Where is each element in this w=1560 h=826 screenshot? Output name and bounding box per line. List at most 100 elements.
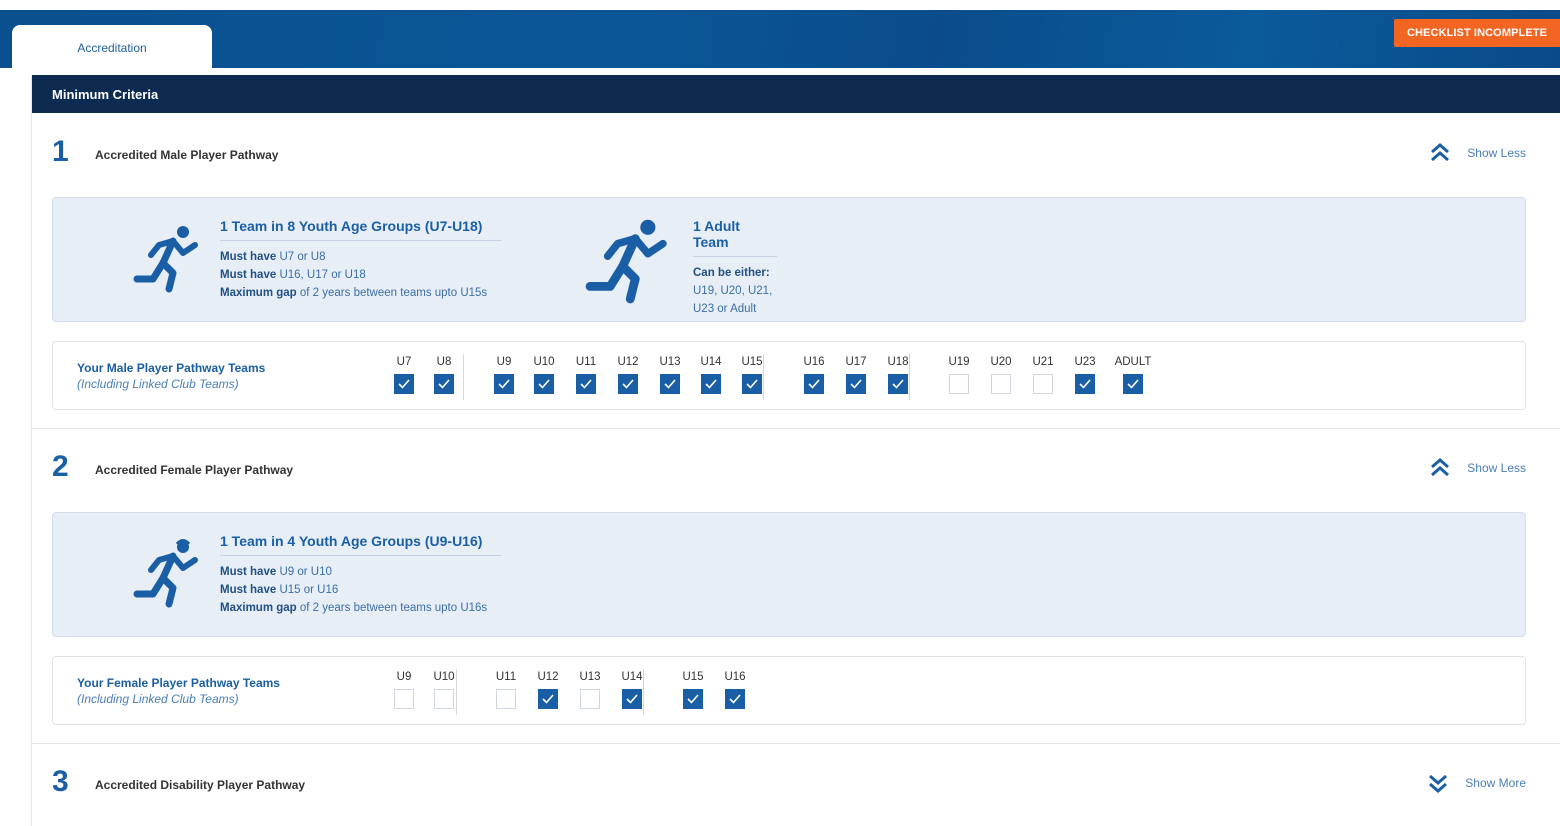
criteria-line: Maximum gap of 2 years between teams upt… <box>220 602 488 614</box>
section-header[interactable]: 1 Accredited Male Player Pathway Show Le… <box>32 133 1560 183</box>
teams-box-male: Your Male Player Pathway Teams (Includin… <box>52 341 1526 410</box>
age-group-u11: U11 <box>486 671 526 709</box>
criteria-line: Must have U15 or U16 <box>220 584 339 596</box>
age-group-label: U9 <box>396 671 412 683</box>
criteria-info-box: 1 Team in 4 Youth Age Groups (U9-U16) Mu… <box>52 512 1526 637</box>
age-group-u17: U17 <box>836 356 876 394</box>
age-group-u11: U11 <box>566 356 606 394</box>
toggle-label: Show More <box>1465 776 1526 790</box>
age-group-label: U9 <box>496 356 512 368</box>
runner-icon <box>585 219 667 304</box>
age-group-u12: U12 <box>608 356 648 394</box>
age-group-checkbox[interactable] <box>1075 374 1095 394</box>
toggle-label: Show Less <box>1467 146 1526 160</box>
section-header[interactable]: 3 Accredited Disability Player Pathway S… <box>32 763 1560 813</box>
age-group-checkbox[interactable] <box>1033 374 1053 394</box>
runner-icon <box>133 539 198 608</box>
age-group-label: U20 <box>990 356 1012 368</box>
age-group-checkbox[interactable] <box>580 689 600 709</box>
age-group-checkbox[interactable] <box>538 689 558 709</box>
age-group-u21: U21 <box>1023 356 1063 394</box>
age-group-label: U21 <box>1032 356 1054 368</box>
age-group-u15: U15 <box>673 671 713 709</box>
status-badge: CHECKLIST INCOMPLETE <box>1394 19 1560 47</box>
criteria-title: 1 Team in 4 Youth Age Groups (U9-U16) <box>220 533 502 556</box>
age-group-checkbox[interactable] <box>494 374 514 394</box>
age-group-checkbox[interactable] <box>991 374 1011 394</box>
age-group-u10: U10 <box>424 671 464 709</box>
tab-label: Accreditation <box>77 40 147 55</box>
age-group-checkbox[interactable] <box>1123 374 1143 394</box>
age-group-label: U10 <box>533 356 555 368</box>
age-group-checkbox[interactable] <box>496 689 516 709</box>
chevrons-up-icon <box>1431 458 1450 477</box>
criteria-line: U19, U20, U21, <box>693 285 773 297</box>
age-group-label: U15 <box>682 671 704 683</box>
chevrons-down-icon <box>1429 774 1448 793</box>
age-group-checkbox[interactable] <box>742 374 762 394</box>
age-group-adult: ADULT <box>1113 356 1153 394</box>
group-separator <box>463 354 464 400</box>
age-group-u13: U13 <box>570 671 610 709</box>
section-divider <box>32 743 1560 744</box>
group-separator <box>643 669 644 715</box>
section-title: Accredited Disability Player Pathway <box>95 778 306 792</box>
age-group-u9: U9 <box>484 356 524 394</box>
top-header-bar <box>0 10 1560 68</box>
age-group-checkbox[interactable] <box>701 374 721 394</box>
age-group-u10: U10 <box>524 356 564 394</box>
teams-box-female: Your Female Player Pathway Teams (Includ… <box>52 656 1526 725</box>
section-disability-pathway: 3 Accredited Disability Player Pathway S… <box>32 763 1560 823</box>
age-group-checkbox[interactable] <box>622 689 642 709</box>
tab-accreditation[interactable]: Accreditation <box>12 25 212 70</box>
age-group-checkbox[interactable] <box>434 374 454 394</box>
age-group-u16: U16 <box>794 356 834 394</box>
age-group-label: U11 <box>575 356 597 368</box>
teams-label: Your Male Player Pathway Teams (Includin… <box>77 361 266 391</box>
panel-title: Minimum Criteria <box>32 75 1560 113</box>
runner-icon <box>133 226 198 293</box>
criteria-youth: 1 Team in 4 Youth Age Groups (U9-U16) Mu… <box>220 533 502 617</box>
age-group-label: U17 <box>845 356 867 368</box>
age-group-u20: U20 <box>981 356 1021 394</box>
age-group-label: U16 <box>803 356 825 368</box>
age-group-checkbox[interactable] <box>846 374 866 394</box>
age-group-checkbox[interactable] <box>434 689 454 709</box>
criteria-line: Must have U16, U17 or U18 <box>220 269 366 281</box>
criteria-line: Must have U9 or U10 <box>220 566 332 578</box>
section-header[interactable]: 2 Accredited Female Player Pathway Show … <box>32 448 1560 498</box>
age-group-label: U15 <box>741 356 763 368</box>
minimum-criteria-panel: Minimum Criteria 1 Accredited Male Playe… <box>31 75 1560 826</box>
age-group-u18: U18 <box>878 356 918 394</box>
age-group-label: U13 <box>659 356 681 368</box>
age-group-label: U13 <box>579 671 601 683</box>
age-group-u7: U7 <box>384 356 424 394</box>
group-separator <box>763 354 764 400</box>
show-more-toggle[interactable]: Show More <box>1427 773 1526 793</box>
age-group-label: U18 <box>887 356 909 368</box>
show-less-toggle[interactable]: Show Less <box>1429 458 1526 478</box>
age-group-checkbox[interactable] <box>888 374 908 394</box>
age-group-checkbox[interactable] <box>949 374 969 394</box>
age-group-u12: U12 <box>528 671 568 709</box>
age-group-u14: U14 <box>691 356 731 394</box>
teams-label: Your Female Player Pathway Teams (Includ… <box>77 676 280 706</box>
age-group-checkbox[interactable] <box>576 374 596 394</box>
age-group-checkbox[interactable] <box>534 374 554 394</box>
age-group-u8: U8 <box>424 356 464 394</box>
age-group-checkbox[interactable] <box>683 689 703 709</box>
age-group-checkbox[interactable] <box>394 689 414 709</box>
criteria-line: Must have U7 or U8 <box>220 251 326 263</box>
show-less-toggle[interactable]: Show Less <box>1429 143 1526 163</box>
age-group-label: U11 <box>495 671 517 683</box>
age-group-checkbox[interactable] <box>394 374 414 394</box>
age-group-checkbox[interactable] <box>725 689 745 709</box>
criteria-line: Maximum gap of 2 years between teams upt… <box>220 287 488 299</box>
age-group-label: U16 <box>724 671 746 683</box>
section-title: Accredited Male Player Pathway <box>95 148 279 162</box>
age-group-checkbox[interactable] <box>804 374 824 394</box>
age-group-checkbox[interactable] <box>660 374 680 394</box>
age-group-checkbox[interactable] <box>618 374 638 394</box>
age-group-u14: U14 <box>612 671 652 709</box>
group-separator <box>909 354 910 400</box>
